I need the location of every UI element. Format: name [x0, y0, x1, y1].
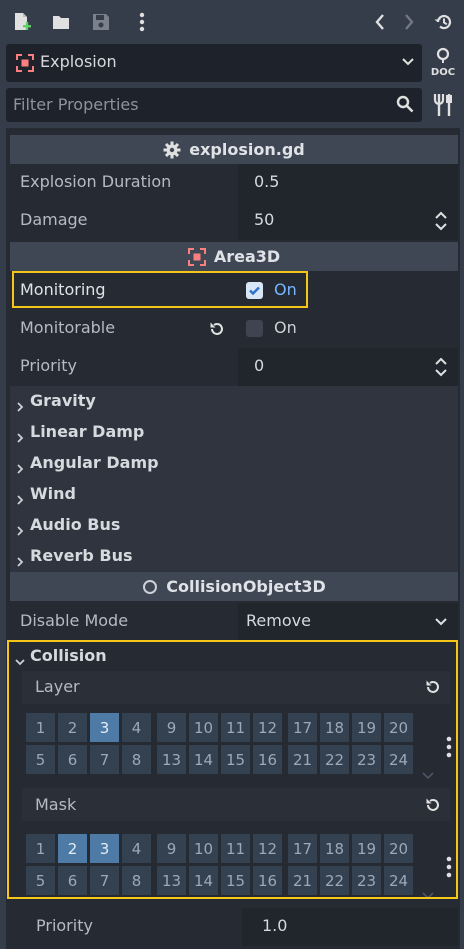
chevron-down-icon [400, 54, 416, 74]
chevron-right-icon [16, 428, 24, 447]
revert-icon[interactable] [208, 320, 226, 342]
script-title: explosion.gd [189, 140, 305, 159]
open-documentation-button[interactable]: DOC [428, 46, 458, 80]
chevron-right-icon [16, 459, 24, 478]
object-selector[interactable]: Explosion [6, 44, 422, 82]
updown-arrows-icon[interactable] [434, 357, 448, 381]
explosion-duration-field[interactable]: 0.5 [238, 164, 458, 202]
group-wind[interactable]: Wind [10, 479, 458, 510]
area3d-section-header: Area3D [10, 242, 458, 271]
property-label: Priority [36, 916, 93, 935]
property-value: 0.5 [254, 172, 280, 191]
chevron-right-icon [16, 552, 24, 571]
area3d-title: Area3D [213, 247, 281, 266]
search-icon [396, 95, 414, 117]
group-label: Angular Damp [30, 453, 159, 472]
back-icon[interactable] [368, 10, 392, 34]
group-label: Audio Bus [30, 515, 121, 534]
damage-spinbox[interactable]: 50 [238, 202, 458, 240]
property-label: Explosion Duration [20, 172, 172, 191]
inspector-toolbar [0, 0, 464, 44]
property-tools-button[interactable] [432, 92, 456, 118]
property-collision-priority: Priority 1.0 [20, 908, 458, 946]
monitorable-checkbox[interactable]: On [238, 310, 458, 348]
group-angular-damp[interactable]: Angular Damp [10, 448, 458, 479]
chevron-down-icon [434, 614, 448, 633]
gear-icon [163, 141, 181, 159]
checkbox-unchecked-icon [246, 320, 263, 337]
property-value: 50 [254, 210, 275, 229]
property-value: 1.0 [262, 916, 288, 935]
object-name: Explosion [40, 52, 117, 71]
property-monitorable: Monitorable On [10, 310, 458, 348]
collision-object-title: CollisionObject3D [166, 577, 326, 596]
collision-priority-field[interactable]: 1.0 [242, 908, 458, 946]
property-damage: Damage 50 [10, 202, 458, 240]
group-gravity[interactable]: Gravity [10, 386, 458, 417]
property-explosion-duration: Explosion Duration 0.5 [10, 164, 458, 202]
history-icon[interactable] [432, 10, 456, 34]
chevron-right-icon [16, 490, 24, 509]
property-label: Monitorable [20, 318, 116, 337]
filter-placeholder: Filter Properties [13, 95, 139, 114]
tools-icon [433, 94, 452, 116]
node-circle-icon [142, 579, 158, 595]
checkbox-state: On [274, 318, 297, 337]
group-label: Gravity [30, 391, 96, 410]
disable-mode-dropdown[interactable]: Remove [238, 603, 458, 641]
forward-icon[interactable] [397, 10, 421, 34]
save-icon[interactable] [89, 10, 113, 34]
group-linear-damp[interactable]: Linear Damp [10, 417, 458, 448]
property-disable-mode: Disable Mode Remove [10, 603, 458, 641]
group-label: Wind [30, 484, 76, 503]
chevron-right-icon [16, 397, 24, 416]
group-reverb-bus[interactable]: Reverb Bus [10, 541, 458, 572]
filter-properties-input[interactable]: Filter Properties [6, 88, 422, 122]
property-label: Priority [20, 356, 77, 375]
chevron-right-icon [16, 521, 24, 540]
property-value: 0 [254, 356, 265, 375]
group-label: Linear Damp [30, 422, 145, 441]
monitoring-highlight [12, 271, 308, 308]
area3d-icon [16, 54, 34, 76]
doc-label: DOC [431, 67, 455, 78]
group-audio-bus[interactable]: Audio Bus [10, 510, 458, 541]
collision-highlight [7, 640, 458, 899]
property-priority: Priority 0 [10, 348, 458, 386]
property-value: Remove [246, 611, 311, 630]
collision-object-section-header: CollisionObject3D [10, 572, 458, 601]
area3d-icon [187, 247, 206, 266]
priority-spinbox[interactable]: 0 [238, 348, 458, 386]
group-label: Reverb Bus [30, 546, 133, 565]
property-label: Disable Mode [20, 611, 129, 630]
property-label: Damage [20, 210, 88, 229]
more-vertical-icon[interactable] [130, 10, 154, 34]
open-folder-icon[interactable] [50, 10, 74, 34]
new-script-icon[interactable] [10, 10, 34, 34]
script-section-header: explosion.gd [10, 135, 458, 164]
updown-arrows-icon[interactable] [434, 211, 448, 235]
doc-icon: DOC [431, 47, 455, 78]
